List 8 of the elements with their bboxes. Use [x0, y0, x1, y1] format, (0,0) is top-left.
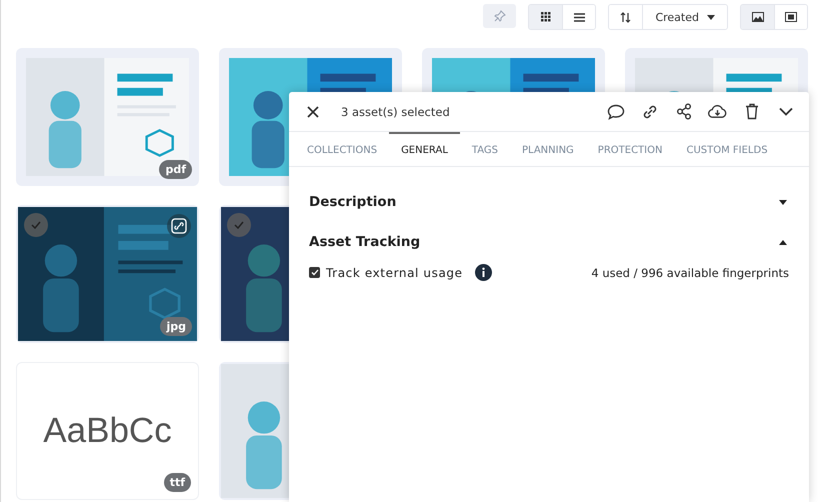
font-sample: AaBbCc [43, 411, 172, 451]
section-title: Asset Tracking [309, 234, 420, 250]
file-type-badge: pdf [159, 160, 192, 179]
selection-count: 3 asset(s) selected [341, 104, 450, 118]
checkbox-label: Track external usage [326, 266, 463, 280]
file-type-badge: ttf [164, 473, 191, 492]
section-title: Description [309, 194, 396, 210]
fingerprint-usage: 4 used / 996 available fingerprints [591, 266, 789, 280]
